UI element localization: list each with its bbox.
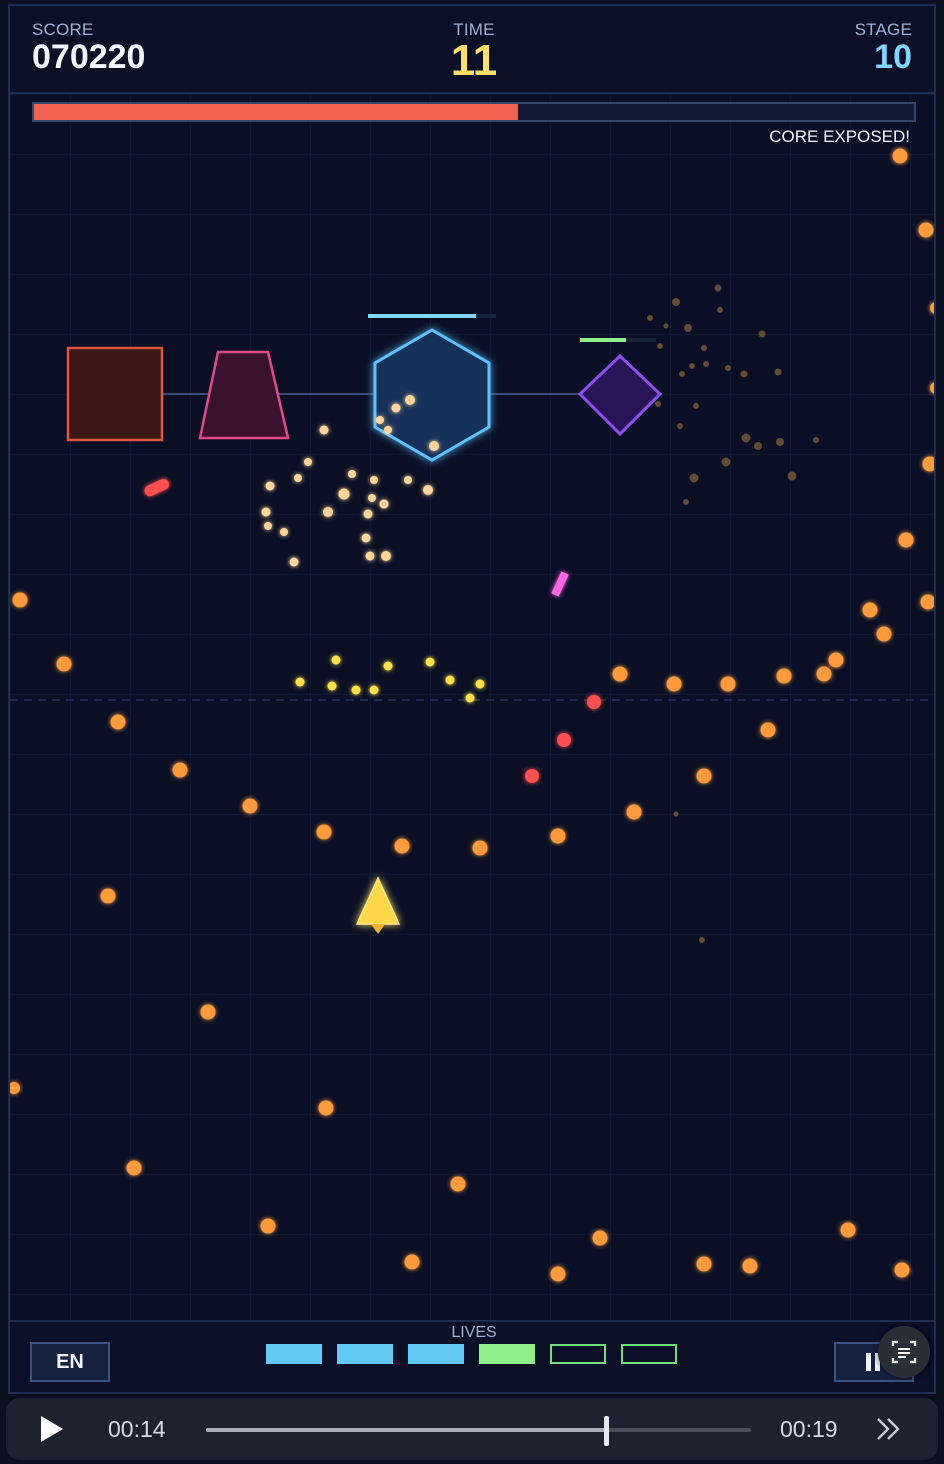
hex-health-bar	[368, 314, 476, 318]
enemy-laser	[551, 571, 569, 597]
seek-bar-fill	[206, 1428, 608, 1432]
diamond-health-bar	[580, 338, 626, 342]
enemy-diamond	[577, 353, 663, 437]
life-slot	[337, 1344, 393, 1364]
playfield	[10, 148, 934, 1282]
current-time: 00:14	[108, 1416, 166, 1442]
media-player-bar: 00:14 00:19	[6, 1398, 938, 1460]
enemy-trapezoid	[198, 350, 290, 440]
lives-label: LIVES	[451, 1324, 497, 1341]
boss-core-hexagon	[373, 328, 491, 462]
scan-text-icon	[891, 1340, 917, 1364]
life-slot	[550, 1344, 606, 1364]
life-slot	[266, 1344, 322, 1364]
red-bullets	[144, 478, 601, 783]
scan-text-button[interactable]	[878, 1326, 930, 1378]
game-frame: SCORE 070220 TIME 11 STAGE 10 CORE EXPOS…	[8, 4, 936, 1394]
play-icon[interactable]	[36, 1414, 66, 1444]
life-slot	[408, 1344, 464, 1364]
player-ship	[355, 876, 401, 925]
footer-bar: EN LIVES	[10, 1320, 934, 1392]
seek-thumb[interactable]	[604, 1416, 609, 1446]
fast-forward-icon[interactable]	[872, 1414, 904, 1444]
enemy-square	[66, 346, 164, 442]
player-thruster	[371, 924, 385, 934]
duration-time: 00:19	[780, 1416, 838, 1442]
life-slot	[479, 1344, 535, 1364]
enemy-bullets	[10, 148, 934, 1282]
language-button[interactable]: EN	[30, 1342, 110, 1382]
seek-bar[interactable]	[206, 1428, 751, 1432]
debris-particles	[647, 284, 819, 943]
life-slot	[621, 1344, 677, 1364]
player-shots	[295, 655, 485, 703]
